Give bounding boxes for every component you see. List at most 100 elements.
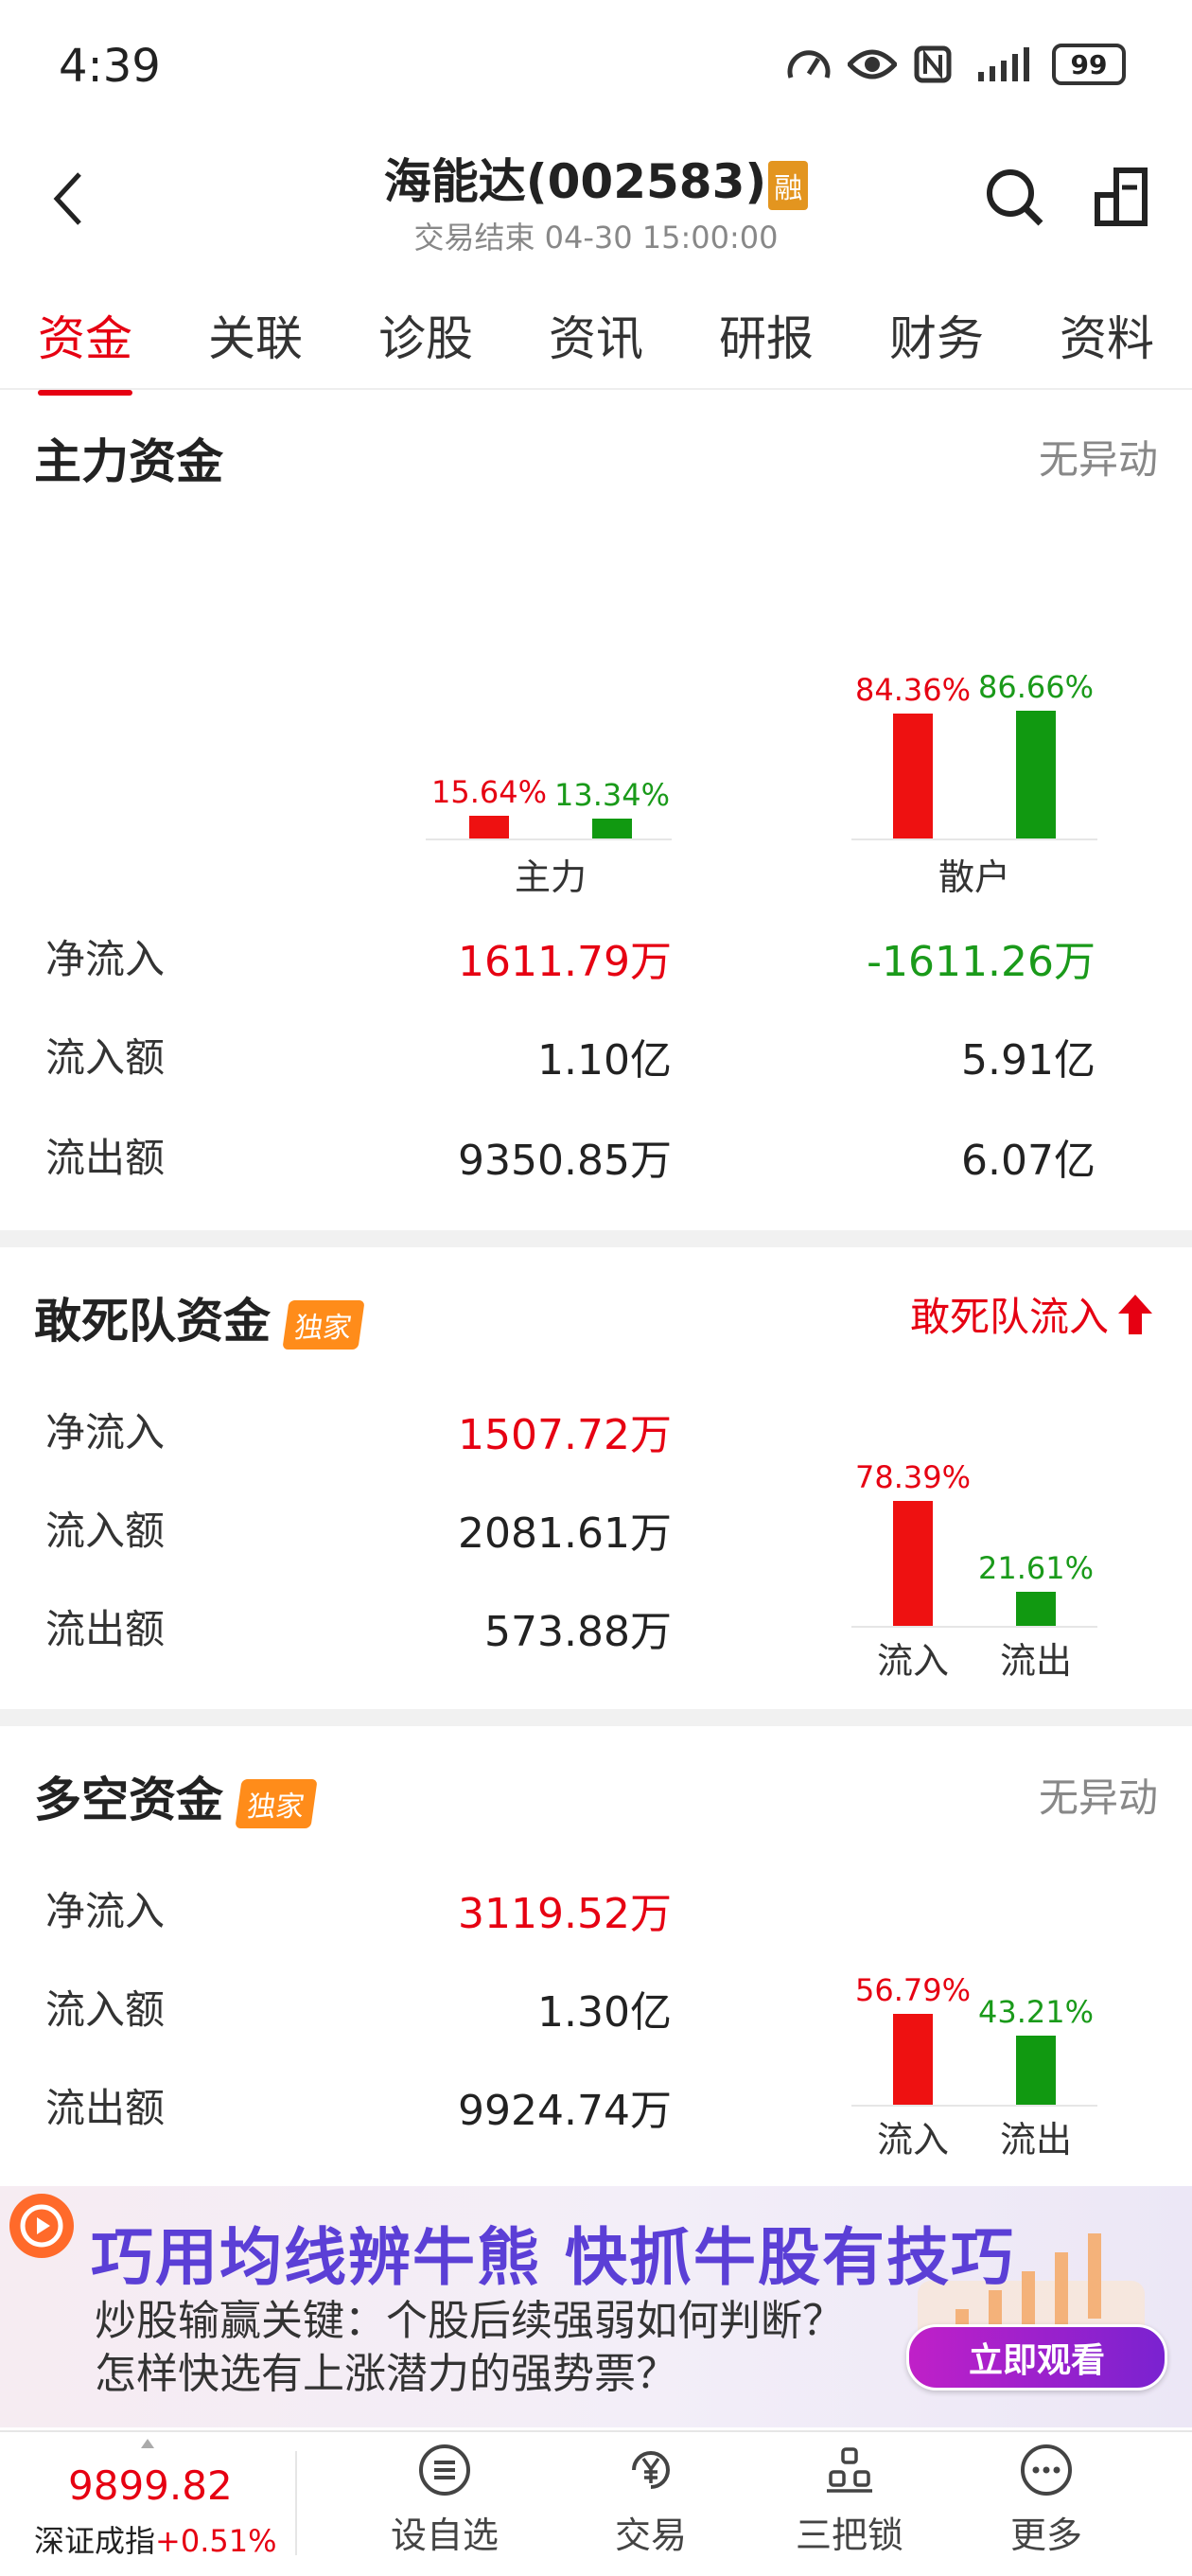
nav-add-watchlist[interactable]: 设自选: [369, 2444, 520, 2558]
index-ticker[interactable]: 深证成指+0.51%: [34, 2517, 276, 2561]
nav-label: 三把锁: [795, 2514, 903, 2556]
dare-inflow: 2081.61万: [458, 1509, 672, 1558]
tab-funds[interactable]: 资金: [0, 301, 170, 396]
nav-label: 交易: [614, 2514, 687, 2556]
share-icon[interactable]: [1088, 163, 1156, 231]
outflow-label: 流出额: [45, 2085, 166, 2131]
divider: [0, 388, 1192, 390]
ls-outflow: 9924.74万: [458, 2087, 672, 2135]
long-short-title-text: 多空资金: [34, 1773, 223, 1827]
ls-net-inflow: 3119.52万: [458, 1890, 672, 1938]
main-inflow-bar: [469, 816, 509, 838]
watch-now-label: 立即观看: [968, 2341, 1105, 2380]
inflow-label: 流入额: [45, 1034, 166, 1081]
dare-outflow: 573.88万: [484, 1608, 672, 1656]
dare-die-status-text: 敢死队流入: [909, 1294, 1109, 1340]
main-outflow: 9350.85万: [458, 1137, 672, 1185]
tab-research[interactable]: 研报: [681, 301, 851, 386]
main-force-status: 无异动: [1038, 436, 1158, 483]
dare-die-title: 敢死队资金 独家: [34, 1283, 365, 1351]
play-icon: [9, 2194, 74, 2258]
outflow-axis-label: 流出: [999, 2119, 1072, 2161]
ls-outflow-bar: [1016, 2036, 1056, 2105]
long-short-title: 多空资金 独家: [34, 1762, 318, 1830]
axis-line: [851, 1626, 1097, 1628]
banner-title: 巧用均线辨牛熊 快抓牛股有技巧: [91, 2221, 1015, 2294]
retail-outflow-bar: [1016, 711, 1056, 838]
inflow-label: 流入额: [45, 1508, 166, 1554]
ls-inflow-bar: [893, 2014, 933, 2105]
arrow-up-icon: [1118, 1294, 1152, 1334]
main-inflow: 1.10亿: [537, 1036, 672, 1085]
yen-icon: [632, 2451, 670, 2489]
banner-line-2: 怎样快选有上涨潜力的强势票？: [95, 2350, 677, 2398]
nav-label: 更多: [1009, 2514, 1082, 2556]
nav-three-locks[interactable]: 三把锁: [774, 2444, 925, 2558]
battery-icon: 99: [1052, 44, 1126, 85]
inflow-label: 流入额: [45, 1986, 166, 2033]
net-inflow-label: 净流入: [45, 1888, 166, 1934]
section-gap: [0, 1230, 1192, 1247]
nav-more[interactable]: 更多: [971, 2444, 1122, 2558]
expand-up-icon[interactable]: [140, 2438, 155, 2449]
axis-line: [851, 2105, 1097, 2107]
status-icons: 99: [787, 44, 1126, 85]
retail-inflow: 5.91亿: [961, 1036, 1096, 1085]
tab-related[interactable]: 关联: [170, 301, 341, 386]
ls-inflow: 1.30亿: [537, 1988, 672, 2037]
dare-die-status[interactable]: 敢死队流入: [910, 1285, 1154, 1343]
retail-outflow-pct: 86.66%: [977, 669, 1094, 705]
status-time: 4:39: [59, 40, 161, 93]
axis-line: [426, 838, 672, 840]
main-net-inflow: 1611.79万: [458, 938, 672, 986]
net-inflow-label: 净流入: [45, 936, 166, 982]
tab-news[interactable]: 资讯: [511, 301, 681, 386]
retail-inflow-bar: [893, 714, 933, 838]
tab-profile[interactable]: 资料: [1022, 301, 1192, 386]
main-outflow-pct: 13.34%: [553, 777, 670, 813]
axis-line: [851, 838, 1097, 840]
main-force-title: 主力资金: [34, 434, 223, 489]
main-outflow-bar: [592, 819, 632, 838]
index-change: +0.51%: [155, 2523, 277, 2559]
nav-label: 设自选: [390, 2514, 499, 2556]
main-group-label: 主力: [514, 856, 587, 898]
tab-finance[interactable]: 财务: [851, 301, 1022, 386]
outflow-label: 流出额: [45, 1135, 166, 1181]
index-name: 深证成指: [34, 2523, 156, 2559]
tab-bar: 资金 关联 诊股 资讯 研报 财务 资料: [0, 301, 1192, 396]
watch-now-button[interactable]: 立即观看: [906, 2324, 1167, 2391]
banner-line-1: 炒股输赢关键：个股后续强弱如何判断？: [95, 2297, 844, 2345]
outflow-axis-label: 流出: [999, 1640, 1072, 1682]
signal-icon: [978, 47, 1029, 81]
dare-inflow-bar: [893, 1501, 933, 1626]
tab-diagnosis[interactable]: 诊股: [341, 301, 511, 386]
dare-outflow-bar: [1016, 1592, 1056, 1626]
list-circle-icon: [419, 2444, 470, 2496]
dare-net-inflow: 1507.72万: [458, 1411, 672, 1459]
nav-trade[interactable]: 交易: [575, 2444, 727, 2558]
retail-outflow: 6.07亿: [961, 1137, 1096, 1185]
section-gap: [0, 1709, 1192, 1726]
speed-icon: [787, 50, 831, 79]
nfc-icon: [914, 45, 952, 83]
eye-icon: [848, 49, 897, 79]
retail-group-label: 散户: [938, 856, 1010, 898]
outflow-label: 流出额: [45, 1606, 166, 1652]
dare-outflow-pct: 21.61%: [977, 1550, 1094, 1586]
margin-badge: 融: [768, 160, 809, 210]
search-icon[interactable]: [980, 163, 1048, 231]
dare-inflow-pct: 78.39%: [854, 1459, 971, 1495]
index-value[interactable]: 9899.82: [68, 2462, 233, 2509]
exclusive-badge: 独家: [282, 1299, 365, 1350]
ls-outflow-pct: 43.21%: [977, 1994, 1094, 2030]
exclusive-badge: 独家: [235, 1778, 318, 1828]
long-short-status: 无异动: [1038, 1774, 1158, 1821]
net-inflow-label: 净流入: [45, 1409, 166, 1456]
retail-net-inflow: -1611.26万: [867, 938, 1096, 986]
more-icon: [1021, 2444, 1072, 2496]
dare-die-title-text: 敢死队资金: [34, 1294, 271, 1349]
lock-group-icon: [827, 2447, 872, 2493]
stock-title: 海能达(002583): [383, 154, 767, 209]
divider: [295, 2451, 297, 2555]
